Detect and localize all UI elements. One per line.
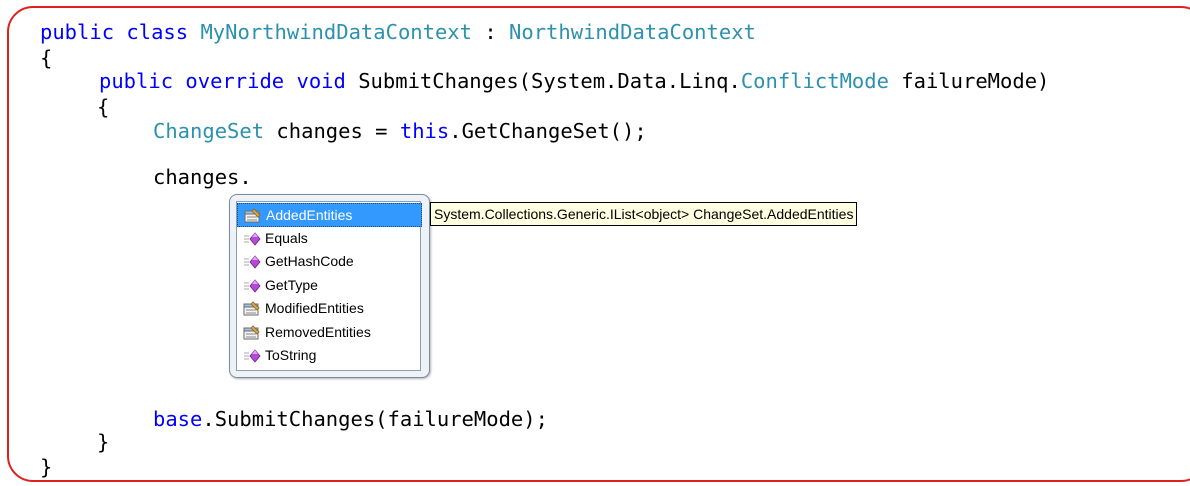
keyword-base: base [153, 407, 203, 431]
type-conflictmode: ConflictMode [740, 69, 889, 93]
completion-item-gettype[interactable]: GetType [237, 274, 422, 298]
method-icon [244, 278, 261, 293]
code-line-method: public override void SubmitChanges(Syste… [99, 66, 1049, 96]
completion-item-label: ToString [265, 347, 317, 363]
completion-item-modifiedentities[interactable]: ModifiedEntities [237, 297, 422, 321]
code-line-base-call: base.SubmitChanges(failureMode); [153, 404, 548, 434]
completion-item-removedentities[interactable]: RemovedEntities [237, 321, 422, 345]
property-icon [243, 301, 260, 316]
completion-list[interactable]: AddedEntities Equals GetHashCode GetType… [236, 201, 422, 371]
method-icon [244, 349, 261, 363]
method-signature: SubmitChanges(System.Data.Linq. [358, 69, 741, 93]
completion-item-tostring[interactable]: ToString [237, 344, 422, 368]
property-icon [243, 324, 260, 339]
quickinfo-tooltip: System.Collections.Generic.IList<object>… [430, 202, 858, 226]
completion-item-label: GetType [265, 276, 318, 293]
keyword-void: void [296, 69, 346, 93]
inheritance-colon: : [472, 20, 510, 44]
completion-item-equals[interactable]: Equals [237, 227, 422, 251]
parameter-name: failureMode) [888, 69, 1050, 93]
completion-item-label: AddedEntities [266, 207, 353, 223]
keyword-class: class [126, 20, 189, 44]
completion-item-gethashcode[interactable]: GetHashCode [237, 250, 422, 274]
type-changeset: ChangeSet [153, 119, 265, 143]
method-call: .GetChangeSet(); [449, 119, 647, 143]
open-brace-class: { [40, 46, 53, 70]
keyword-override: override [185, 69, 285, 93]
keyword-this: this [399, 119, 450, 143]
variable-declaration: changes = [264, 119, 400, 143]
open-brace-method: { [97, 95, 110, 119]
class-name: MyNorthwindDataContext [200, 20, 472, 44]
intellisense-popup[interactable]: AddedEntities Equals GetHashCode GetType… [229, 194, 430, 378]
completion-item-label: RemovedEntities [265, 323, 371, 340]
property-icon [244, 208, 261, 223]
close-brace-method: } [97, 430, 110, 454]
code-line-changeset: ChangeSet changes = this.GetChangeSet(); [153, 116, 647, 146]
completion-item-label: Equals [265, 229, 308, 246]
method-call: .SubmitChanges(failureMode); [202, 407, 548, 431]
keyword-public: public [40, 20, 115, 44]
keyword-public: public [99, 69, 174, 93]
code-line-class: public class MyNorthwindDataContext : No… [40, 17, 756, 47]
completion-item-label: ModifiedEntities [265, 300, 364, 316]
method-icon [244, 231, 261, 246]
completion-item-addedentities[interactable]: AddedEntities [237, 203, 422, 227]
code-line-changes[interactable]: changes. [153, 162, 252, 192]
code-editor[interactable]: public class MyNorthwindDataContext : No… [40, 0, 1190, 486]
completion-item-label: GetHashCode [265, 253, 354, 269]
close-brace-class: } [40, 455, 53, 479]
base-class-name: NorthwindDataContext [509, 20, 756, 44]
method-icon [244, 255, 261, 269]
